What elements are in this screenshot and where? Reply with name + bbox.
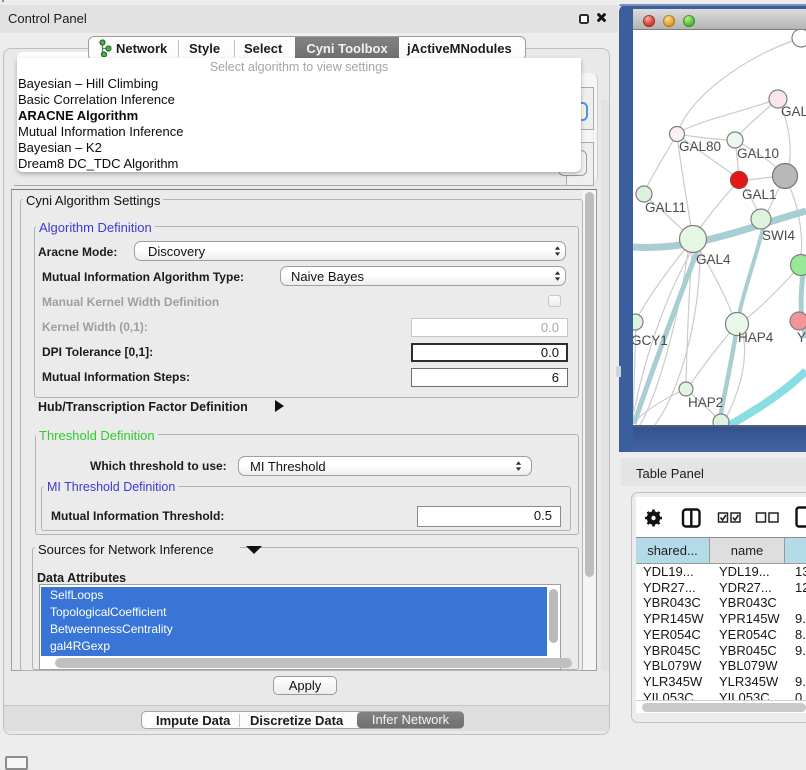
svg-text:GAL4: GAL4: [696, 252, 731, 267]
svg-text:HAP2: HAP2: [688, 395, 723, 410]
svg-text:YJ: YJ: [797, 330, 806, 345]
svg-text:GAL10: GAL10: [737, 146, 779, 161]
svg-text:GAL80: GAL80: [679, 139, 721, 154]
svg-text:GCY1: GCY1: [633, 333, 668, 348]
svg-text:HAP4: HAP4: [738, 330, 774, 345]
svg-text:SWI4: SWI4: [762, 228, 795, 243]
svg-text:GAL2: GAL2: [781, 104, 806, 119]
svg-text:GAL1: GAL1: [742, 187, 777, 202]
svg-text:GAL11: GAL11: [645, 200, 686, 215]
